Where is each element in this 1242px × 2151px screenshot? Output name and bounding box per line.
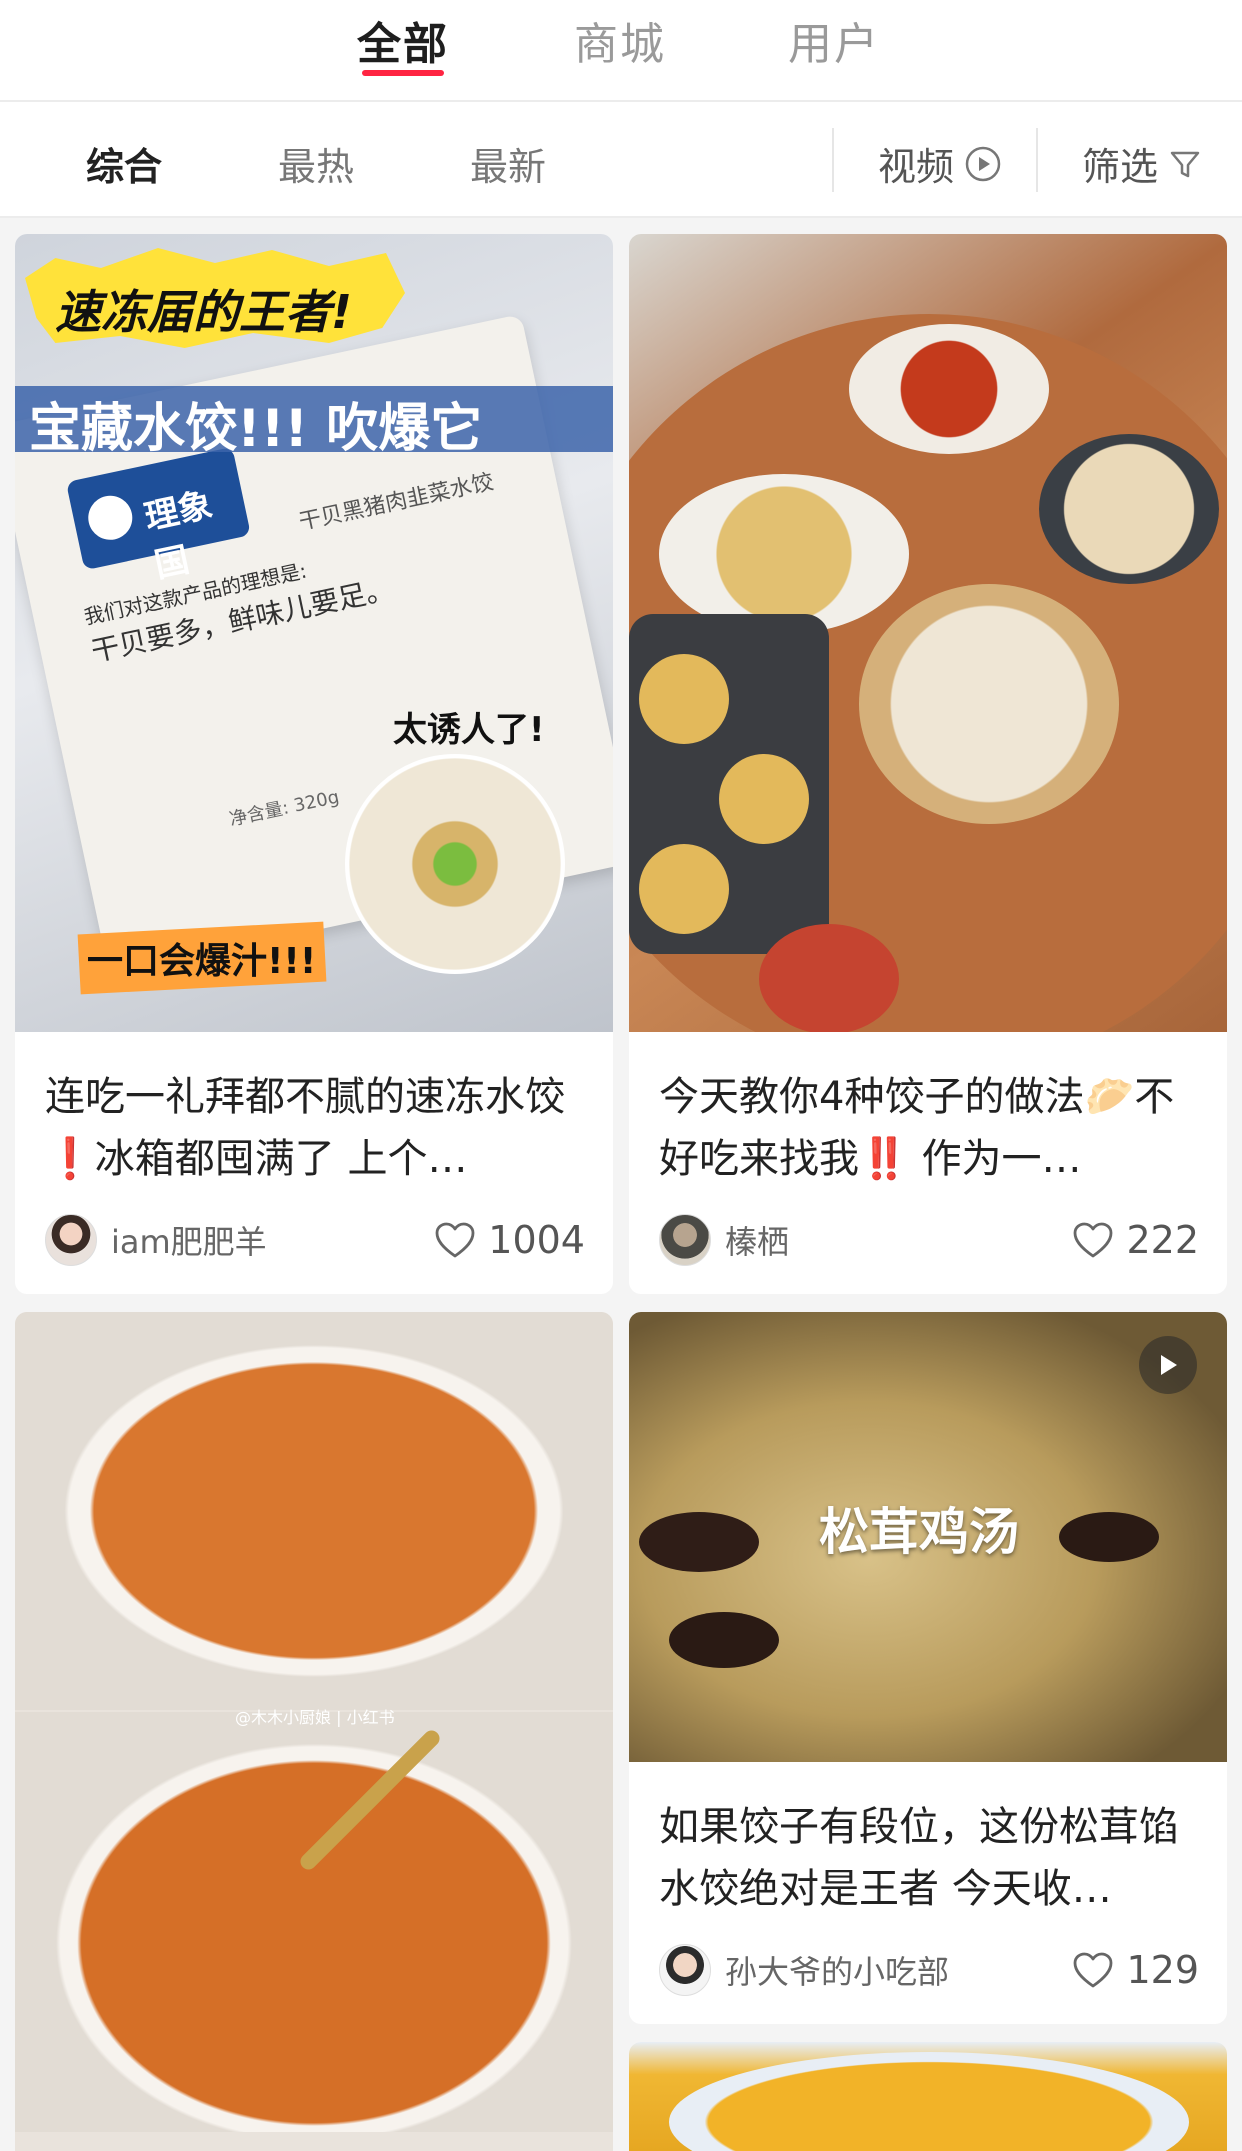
product-name: 干贝黑猪肉韭菜水饺 bbox=[296, 469, 496, 536]
heart-icon bbox=[1074, 1222, 1113, 1258]
red-date bbox=[1059, 1512, 1159, 1562]
post-cover-image bbox=[629, 234, 1227, 1032]
tomato-bowl bbox=[759, 924, 899, 1032]
sort-hottest[interactable]: 最热 bbox=[278, 136, 354, 191]
post-title: 今天教你4种饺子的做法🥟不好吃来找我‼️ 作为一… bbox=[659, 1074, 1175, 1182]
sort-newest[interactable]: 最新 bbox=[470, 136, 546, 191]
play-icon bbox=[1161, 1355, 1177, 1375]
top-tab-bar: 全部 商城 用户 bbox=[0, 0, 1242, 102]
post-cover-image: 理象国 我们对这款产品的理想是: 干贝要多，鲜味儿要足。 干贝黑猪肉韭菜水饺 净… bbox=[15, 234, 613, 1032]
red-date bbox=[639, 1512, 759, 1572]
avatar[interactable] bbox=[659, 1944, 711, 1996]
avatar[interactable] bbox=[659, 1214, 711, 1266]
filter-label: 筛选 bbox=[1082, 145, 1159, 189]
post-card[interactable]: @木木小厨娘 | 小红书 bbox=[15, 1312, 613, 2151]
plate bbox=[1039, 434, 1219, 584]
sort-filter-bar: 综合 最热 最新 视频 筛选 bbox=[0, 102, 1242, 218]
bowl-top bbox=[15, 1312, 613, 1710]
post-title: 如果饺子有段位，这份松茸馅水饺绝对是王者 今天收… bbox=[659, 1804, 1179, 1912]
tab-users[interactable]: 用户 bbox=[744, 8, 924, 72]
like-button[interactable]: 1004 bbox=[434, 1218, 585, 1262]
like-count: 222 bbox=[1126, 1218, 1199, 1262]
post-card[interactable]: 松茸鸡汤 如果饺子有段位，这份松茸馅水饺绝对是王者 今天收… 孙大爷的小吃部 1… bbox=[629, 1312, 1227, 2024]
post-cover-image bbox=[629, 2042, 1227, 2151]
post-cover-image: 松茸鸡汤 bbox=[629, 1312, 1227, 1762]
headline-text: 宝藏水饺!!! 吹爆它 bbox=[29, 399, 483, 459]
divider bbox=[1036, 128, 1038, 192]
like-count: 1004 bbox=[488, 1218, 585, 1262]
banner-text: 速冻届的王者! bbox=[55, 285, 352, 339]
post-card[interactable]: 今天教你4种饺子的做法🥟不好吃来找我‼️ 作为一… 榛栖 222 bbox=[629, 234, 1227, 1294]
tag-text: 太诱人了! bbox=[393, 710, 545, 750]
plate bbox=[659, 474, 909, 634]
brand-logo: 理象国 bbox=[65, 446, 251, 586]
post-meta: 榛栖 222 bbox=[659, 1212, 1199, 1268]
video-filter-label: 视频 bbox=[878, 145, 955, 189]
author-name[interactable]: 孙大爷的小吃部 bbox=[725, 1947, 1072, 1993]
post-card[interactable] bbox=[629, 2042, 1227, 2151]
like-button[interactable]: 222 bbox=[1072, 1218, 1199, 1262]
like-button[interactable]: 129 bbox=[1072, 1948, 1199, 1992]
avatar[interactable] bbox=[45, 1214, 97, 1266]
heart-icon bbox=[435, 1222, 475, 1258]
post-meta: iam肥肥羊 1004 bbox=[45, 1212, 585, 1268]
tab-all[interactable]: 全部 bbox=[313, 8, 493, 76]
filter-button[interactable]: 筛选 bbox=[1082, 136, 1202, 191]
post-card[interactable]: 理象国 我们对这款产品的理想是: 干贝要多，鲜味儿要足。 干贝黑猪肉韭菜水饺 净… bbox=[15, 234, 613, 1294]
funnel-icon bbox=[1170, 151, 1200, 177]
bottom-text: 一口会爆汁!!! bbox=[87, 941, 317, 982]
video-filter-button[interactable]: 视频 bbox=[878, 136, 1002, 191]
steamer bbox=[859, 584, 1119, 824]
net-weight: 净含量: 320g bbox=[227, 786, 342, 831]
post-cover-image: @木木小厨娘 | 小红书 bbox=[15, 1312, 613, 2151]
bowl-bottom bbox=[15, 1712, 613, 2132]
tab-mall[interactable]: 商城 bbox=[530, 8, 710, 72]
griddle bbox=[629, 614, 829, 954]
tab-mall-label: 商城 bbox=[574, 19, 666, 70]
red-date bbox=[669, 1612, 779, 1668]
like-count: 129 bbox=[1126, 1948, 1199, 1992]
dumpling-closeup bbox=[345, 754, 565, 974]
play-circle-icon bbox=[965, 146, 1001, 181]
image-watermark: @木木小厨娘 | 小红书 bbox=[235, 1708, 395, 1727]
post-title: 连吃一礼拜都不腻的速冻水饺❗冰箱都囤满了 上个… bbox=[45, 1074, 565, 1182]
bowl bbox=[669, 2052, 1189, 2151]
tab-all-label: 全部 bbox=[357, 19, 449, 70]
video-badge bbox=[1139, 1336, 1197, 1394]
active-tab-indicator bbox=[362, 70, 444, 76]
plate bbox=[849, 324, 1049, 454]
tab-users-label: 用户 bbox=[788, 19, 880, 70]
post-meta: 孙大爷的小吃部 129 bbox=[659, 1942, 1199, 1998]
author-name[interactable]: iam肥肥羊 bbox=[111, 1217, 434, 1263]
image-caption: 松茸鸡汤 bbox=[819, 1503, 1019, 1561]
sort-comprehensive[interactable]: 综合 bbox=[86, 136, 162, 191]
divider bbox=[832, 128, 834, 192]
author-name[interactable]: 榛栖 bbox=[725, 1217, 1072, 1263]
heart-icon bbox=[1074, 1952, 1113, 1988]
